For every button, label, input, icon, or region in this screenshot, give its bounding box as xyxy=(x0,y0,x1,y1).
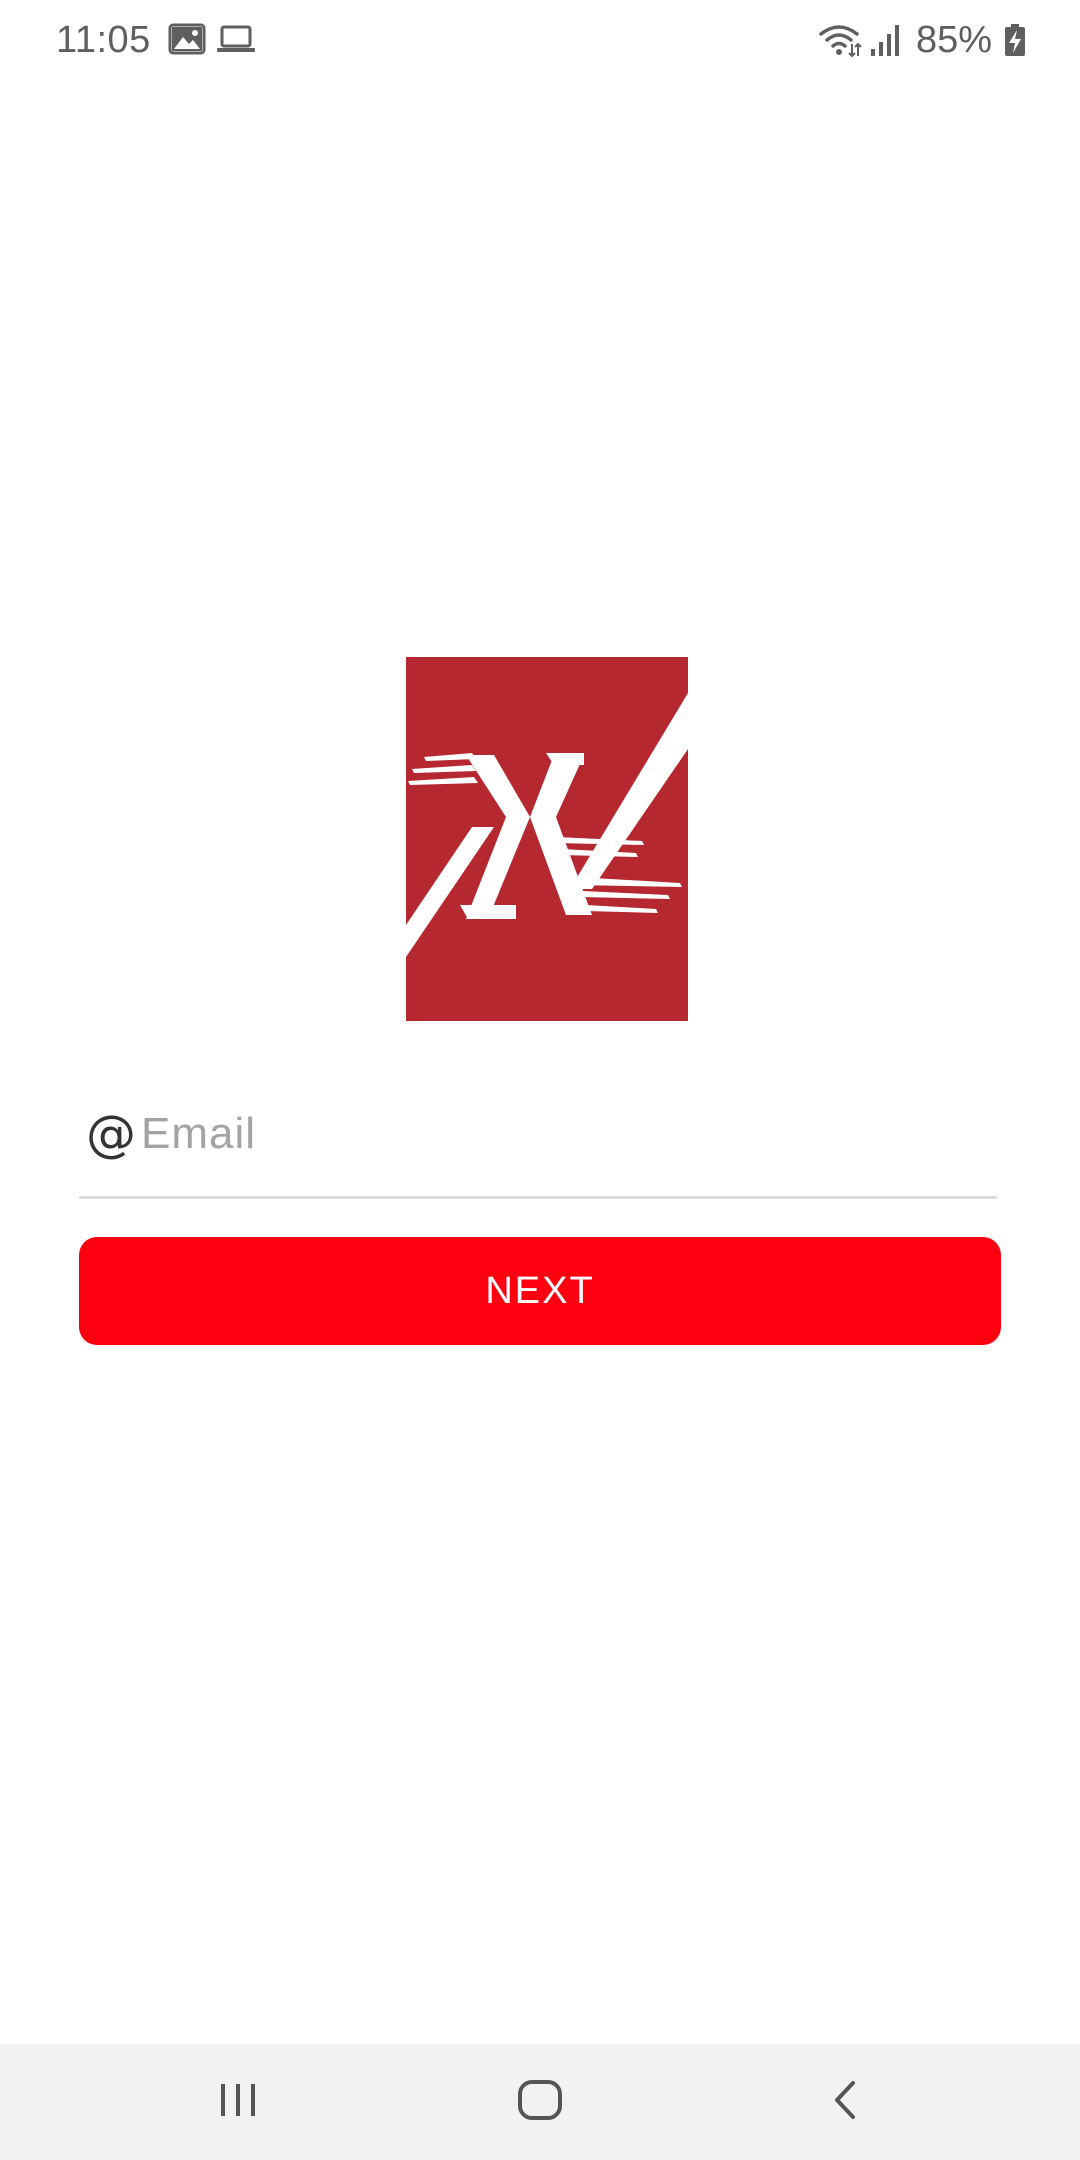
status-right-group: 85% xyxy=(818,14,1026,66)
recents-button[interactable] xyxy=(198,2072,278,2132)
signal-icon xyxy=(870,23,900,57)
battery-charging-icon xyxy=(1004,23,1026,57)
battery-percentage: 85% xyxy=(915,19,992,61)
email-input[interactable] xyxy=(141,1100,981,1168)
status-time: 11:05 xyxy=(56,19,151,61)
recents-icon xyxy=(218,2080,258,2125)
at-icon: @ xyxy=(86,1105,136,1163)
next-button[interactable]: NEXT xyxy=(79,1237,1001,1345)
gallery-icon xyxy=(168,22,206,56)
wifi-icon xyxy=(818,22,862,58)
email-field[interactable]: @ xyxy=(79,1094,997,1199)
laptop-icon xyxy=(216,22,256,56)
status-bar: 11:05 85% xyxy=(0,0,1080,80)
navigation-bar xyxy=(0,2044,1080,2160)
back-button[interactable] xyxy=(804,2072,884,2132)
brand-logo xyxy=(406,657,688,1021)
brand-logo-icon xyxy=(406,657,688,1021)
home-button[interactable] xyxy=(500,2072,580,2132)
back-icon xyxy=(829,2079,859,2126)
home-icon xyxy=(517,2079,563,2126)
